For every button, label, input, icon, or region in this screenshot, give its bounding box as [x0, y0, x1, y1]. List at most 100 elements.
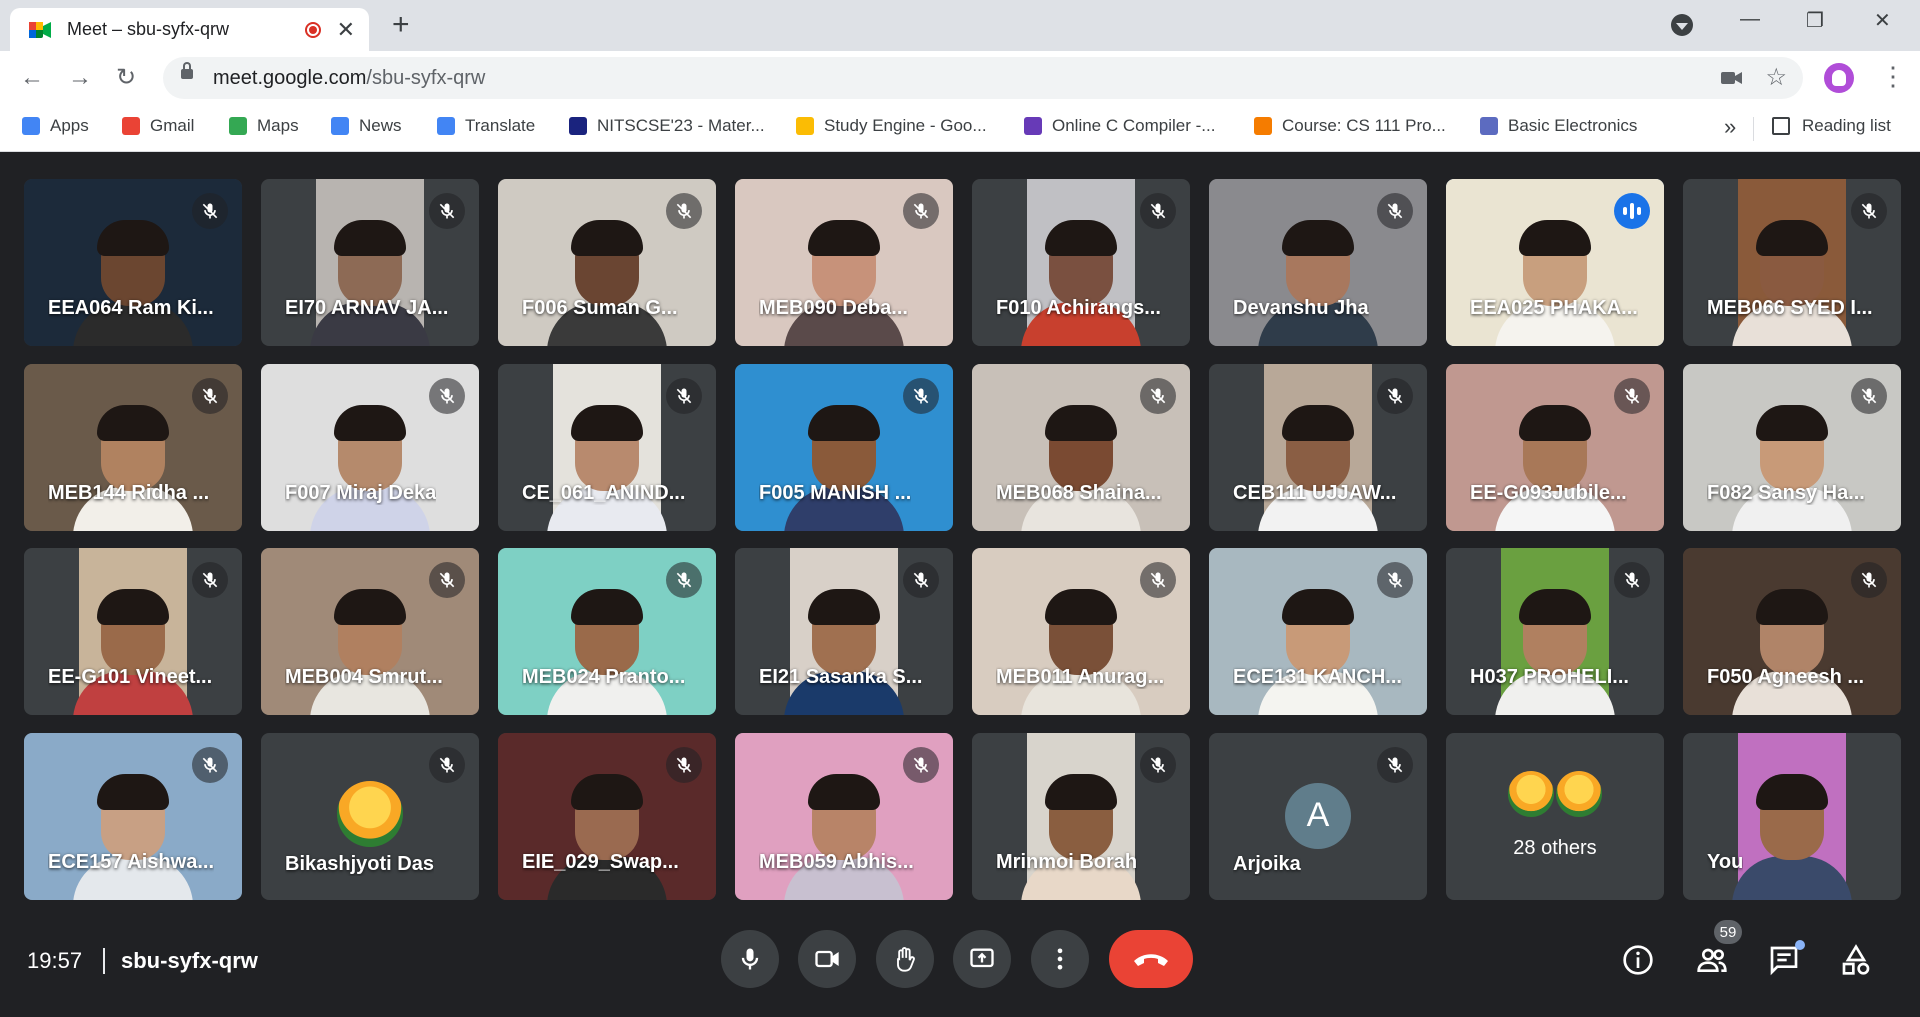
camera-blocked-icon[interactable] [1721, 69, 1743, 87]
bookmark-item[interactable]: Translate [437, 116, 535, 136]
address-bar[interactable]: meet.google.com/sbu-syfx-qrw ☆ [163, 57, 1803, 99]
participant-tile[interactable]: MEB011 Anurag... [972, 548, 1190, 715]
bookmark-item[interactable]: News [331, 116, 402, 136]
participant-tile[interactable]: F007 Miraj Deka [261, 363, 479, 531]
bookmark-favicon-icon [331, 117, 349, 135]
more-bookmarks-icon[interactable]: » [1724, 114, 1736, 140]
muted-mic-icon [1140, 562, 1176, 598]
microphone-button[interactable] [721, 930, 779, 988]
participant-tile[interactable]: MEB068 Shaina... [972, 363, 1190, 531]
activities-icon[interactable] [1840, 944, 1872, 981]
participant-name: EEA025 PHAKA... [1470, 297, 1638, 319]
participant-video [1021, 179, 1141, 346]
speaking-indicator-icon [1614, 193, 1650, 229]
more-vertical-icon [1057, 948, 1063, 970]
people-icon[interactable] [1696, 944, 1728, 981]
bookmark-item[interactable]: Maps [229, 116, 299, 136]
muted-mic-icon [1377, 746, 1413, 783]
participant-tile[interactable]: ECE157 Aishwa... [24, 732, 242, 900]
chat-icon[interactable] [1768, 944, 1800, 981]
restore-icon[interactable]: ❐ [1806, 8, 1824, 33]
bookmark-item[interactable]: NITSCSE'23 - Mater... [569, 116, 765, 136]
bookmark-star-icon[interactable]: ☆ [1765, 63, 1787, 92]
google-meet-icon [29, 21, 51, 38]
minimize-icon[interactable]: — [1740, 8, 1760, 31]
participant-tile[interactable]: Bikashjyoti Das [261, 732, 479, 900]
participant-tile[interactable]: CE_061_ANIND... [498, 363, 716, 531]
more-options-button[interactable] [1031, 930, 1089, 988]
bookmark-item[interactable]: Study Engine - Goo... [796, 116, 987, 136]
participant-tile[interactable]: MEB144 Ridha ... [24, 363, 242, 531]
participant-video [1732, 179, 1852, 346]
muted-mic-icon [192, 746, 228, 783]
participant-tile[interactable]: A Arjoika [1209, 732, 1427, 900]
lock-icon[interactable] [181, 62, 193, 79]
participant-tile[interactable]: EE-G101 Vineet... [24, 548, 242, 715]
muted-mic-icon [903, 746, 939, 783]
participant-tile[interactable]: F082 Sansy Ha... [1683, 363, 1901, 531]
participant-tile[interactable]: CEB111 UJJAW... [1209, 363, 1427, 531]
participant-tile[interactable]: You [1683, 732, 1901, 900]
url-text[interactable]: meet.google.com/sbu-syfx-qrw [213, 67, 485, 90]
muted-mic-icon [903, 377, 939, 414]
profile-avatar[interactable] [1824, 63, 1854, 93]
leave-call-button[interactable] [1109, 930, 1193, 988]
participant-tile[interactable]: Mrinmoi Borah [972, 732, 1190, 900]
participant-video [1495, 548, 1615, 715]
participant-tile[interactable]: MEB090 Deba... [735, 179, 953, 346]
participant-tile[interactable]: EEA064 Ram Ki... [24, 179, 242, 346]
participant-tile[interactable]: EI70 ARNAV JA... [261, 179, 479, 346]
meeting-details-icon[interactable] [1622, 944, 1654, 981]
muted-mic-icon [1614, 377, 1650, 414]
present-screen-icon [970, 948, 994, 968]
tab-close-icon[interactable]: ✕ [337, 18, 355, 41]
participant-name: ECE157 Aishwa... [48, 850, 214, 873]
bookmark-item[interactable]: Gmail [122, 116, 194, 136]
muted-mic-icon [1140, 193, 1176, 229]
participant-name: Mrinmoi Borah [996, 850, 1138, 873]
bookmark-item[interactable]: Basic Electronics [1480, 116, 1637, 136]
browser-tab-meet[interactable]: Meet – sbu-syfx-qrw ✕ [10, 8, 369, 51]
participant-tile[interactable]: 28 others [1446, 732, 1664, 900]
present-screen-button[interactable] [953, 930, 1011, 988]
participant-tile[interactable]: ECE131 KANCH... [1209, 548, 1427, 715]
participant-tile[interactable]: F010 Achirangs... [972, 179, 1190, 346]
bookmark-favicon-icon [1024, 117, 1042, 135]
browser-menu-icon[interactable]: ⋮ [1880, 63, 1906, 89]
forward-icon[interactable]: → [68, 63, 92, 93]
others-count-label: 28 others [1513, 836, 1597, 859]
bookmark-label: Course: CS 111 Pro... [1282, 116, 1446, 135]
participant-video [310, 179, 430, 346]
participant-tile[interactable]: H037 PROHELI... [1446, 548, 1664, 715]
bookmark-item[interactable]: Apps [22, 116, 89, 136]
participant-tile[interactable]: F050 Agneesh ... [1683, 548, 1901, 715]
participant-tile[interactable]: MEB004 Smrut... [261, 548, 479, 715]
participant-tile[interactable]: Devanshu Jha [1209, 179, 1427, 346]
window-close-icon[interactable]: ✕ [1874, 8, 1891, 33]
others-avatars [1508, 770, 1602, 817]
participant-tile[interactable]: MEB059 Abhis... [735, 732, 953, 900]
camera-button[interactable] [798, 930, 856, 988]
participant-name: MEB068 Shaina... [996, 481, 1162, 504]
bookmark-item[interactable]: Course: CS 111 Pro... [1254, 116, 1446, 136]
bookmarks-divider [1753, 117, 1754, 141]
participant-tile[interactable]: EI21 Sasanka S... [735, 548, 953, 715]
reading-list-button[interactable]: Reading list [1772, 116, 1891, 136]
reload-icon[interactable]: ↻ [116, 63, 136, 93]
participant-tile[interactable]: F005 MANISH ... [735, 363, 953, 531]
tab-search-icon[interactable] [1671, 14, 1693, 36]
participant-tile[interactable]: EE-G093Jubile... [1446, 363, 1664, 531]
participant-name: F007 Miraj Deka [285, 481, 437, 504]
participant-tile[interactable]: EIE_029_Swap... [498, 732, 716, 900]
new-tab-button[interactable]: + [392, 10, 410, 40]
bookmark-item[interactable]: Online C Compiler -... [1024, 116, 1215, 136]
back-icon[interactable]: ← [20, 63, 44, 93]
participant-tile[interactable]: F006 Suman G... [498, 179, 716, 346]
bookmark-favicon-icon [229, 117, 247, 135]
participant-name: EEA064 Ram Ki... [48, 297, 214, 319]
participant-tile[interactable]: MEB024 Pranto... [498, 548, 716, 715]
raise-hand-button[interactable] [876, 930, 934, 988]
participant-tile[interactable]: EEA025 PHAKA... [1446, 179, 1664, 346]
participant-tile[interactable]: MEB066 SYED I... [1683, 179, 1901, 346]
meeting-code: sbu-syfx-qrw [121, 948, 258, 973]
